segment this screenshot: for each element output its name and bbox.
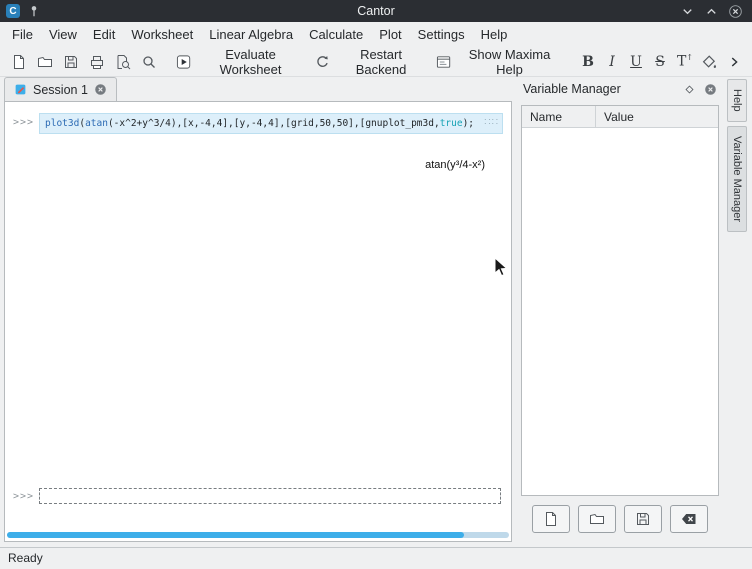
- pin-icon[interactable]: [27, 4, 41, 18]
- restart-backend-label: Restart Backend: [336, 47, 427, 77]
- restart-icon: [315, 54, 330, 70]
- restart-backend-button[interactable]: Restart Backend: [310, 49, 431, 75]
- evaluate-worksheet-button[interactable]: Evaluate Worksheet: [171, 49, 311, 75]
- maximize-icon[interactable]: [704, 4, 719, 19]
- worksheet-view[interactable]: >>> plot3d(atan(-x^2+y^3/4),[x,-4,4],[y,…: [4, 101, 512, 542]
- tab-bar: Session 1: [0, 77, 514, 101]
- command-entry[interactable]: plot3d(atan(-x^2+y^3/4),[x,-4,4],[y,-4,4…: [39, 113, 503, 134]
- plot-title: atan(y³/4-x²): [425, 159, 485, 171]
- print-icon: [89, 54, 105, 70]
- menu-item-calculate[interactable]: Calculate: [301, 24, 371, 45]
- menu-item-file[interactable]: File: [4, 24, 41, 45]
- panel-close-icon[interactable]: [704, 83, 717, 96]
- window-title: Cantor: [0, 4, 752, 18]
- float-panel-icon[interactable]: [683, 83, 696, 96]
- minimize-icon[interactable]: [680, 4, 695, 19]
- menu-item-settings[interactable]: Settings: [410, 24, 473, 45]
- empty-command-entry[interactable]: [39, 488, 501, 504]
- save-icon: [635, 511, 651, 527]
- status-text: Ready: [8, 551, 43, 565]
- new-variable-button[interactable]: [532, 505, 570, 533]
- variable-manager-toolbar: [518, 505, 722, 535]
- column-header-value[interactable]: Value: [596, 106, 642, 127]
- superscript-button[interactable]: T↑: [672, 49, 696, 75]
- menu-item-view[interactable]: View: [41, 24, 85, 45]
- titlebar: C Cantor: [0, 0, 752, 22]
- mouse-cursor: [494, 257, 508, 277]
- superscript-icon: T↑: [677, 53, 691, 70]
- variable-manager-title: Variable Manager: [523, 82, 675, 96]
- scrollbar-thumb[interactable]: [7, 532, 464, 538]
- strikethrough-button[interactable]: S: [648, 49, 672, 75]
- fill-color-icon: [701, 54, 717, 70]
- search-icon: [141, 54, 157, 70]
- strikethrough-icon: S: [653, 54, 667, 70]
- clear-icon: [681, 511, 697, 527]
- horizontal-scrollbar[interactable]: [7, 532, 509, 538]
- bold-icon: B: [581, 54, 595, 70]
- show-maxima-help-label: Show Maxima Help: [457, 47, 563, 77]
- side-tab-variable-manager[interactable]: Variable Manager: [727, 126, 747, 232]
- tab-close-icon[interactable]: [94, 83, 107, 96]
- evaluate-worksheet-label: Evaluate Worksheet: [196, 47, 306, 77]
- variable-manager-panel: Name Value: [518, 101, 722, 542]
- find-button[interactable]: [136, 49, 162, 75]
- new-document-icon: [543, 511, 559, 527]
- tab-session-1[interactable]: Session 1: [4, 77, 117, 101]
- menubar: File View Edit Worksheet Linear Algebra …: [0, 22, 752, 47]
- status-bar: Ready: [0, 547, 752, 569]
- menu-item-help[interactable]: Help: [473, 24, 516, 45]
- underline-icon: U: [629, 54, 643, 70]
- underline-button[interactable]: U: [624, 49, 648, 75]
- save-icon: [63, 54, 79, 70]
- empty-command-prompt: >>>: [13, 491, 34, 502]
- new-worksheet-button[interactable]: [6, 49, 32, 75]
- italic-button[interactable]: I: [600, 49, 624, 75]
- bold-button[interactable]: B: [576, 49, 600, 75]
- print-preview-button[interactable]: [110, 49, 136, 75]
- help-window-icon: [436, 54, 451, 70]
- command-prompt: >>>: [13, 117, 34, 128]
- load-variables-button[interactable]: [578, 505, 616, 533]
- text-color-button[interactable]: [696, 49, 722, 75]
- open-folder-icon: [589, 511, 605, 527]
- variable-manager-header: Variable Manager: [518, 77, 722, 101]
- plot-canvas: [51, 151, 521, 481]
- open-button[interactable]: [32, 49, 58, 75]
- new-document-icon: [11, 54, 27, 70]
- side-tab-help[interactable]: Help: [727, 79, 747, 122]
- menu-item-worksheet[interactable]: Worksheet: [123, 24, 201, 45]
- show-maxima-help-button[interactable]: Show Maxima Help: [431, 49, 567, 75]
- italic-icon: I: [605, 54, 619, 70]
- side-panel-strip: Help Variable Manager: [727, 79, 750, 545]
- command-text: plot3d(atan(-x^2+y^3/4),[x,-4,4],[y,-4,4…: [45, 118, 474, 129]
- variables-table-header: Name Value: [522, 106, 718, 128]
- session-icon: [14, 83, 27, 96]
- toolbar: Evaluate Worksheet Restart Backend Show …: [0, 47, 752, 77]
- tab-session-label: Session 1: [33, 83, 88, 97]
- clear-variables-button[interactable]: [670, 505, 708, 533]
- save-button[interactable]: [58, 49, 84, 75]
- column-header-name[interactable]: Name: [522, 106, 596, 127]
- app-icon: C: [6, 4, 20, 18]
- menu-item-edit[interactable]: Edit: [85, 24, 123, 45]
- save-variables-button[interactable]: [624, 505, 662, 533]
- menu-item-plot[interactable]: Plot: [371, 24, 409, 45]
- run-icon: [176, 54, 191, 70]
- open-folder-icon: [37, 54, 53, 70]
- close-icon[interactable]: [728, 4, 743, 19]
- menu-item-linear-algebra[interactable]: Linear Algebra: [201, 24, 301, 45]
- variables-table[interactable]: Name Value: [521, 105, 719, 496]
- print-preview-icon: [115, 54, 131, 70]
- cell-drag-handle[interactable]: ∷∷: [482, 117, 499, 128]
- chevron-right-icon: [727, 55, 741, 69]
- print-button[interactable]: [84, 49, 110, 75]
- toolbar-overflow-button[interactable]: [722, 49, 746, 75]
